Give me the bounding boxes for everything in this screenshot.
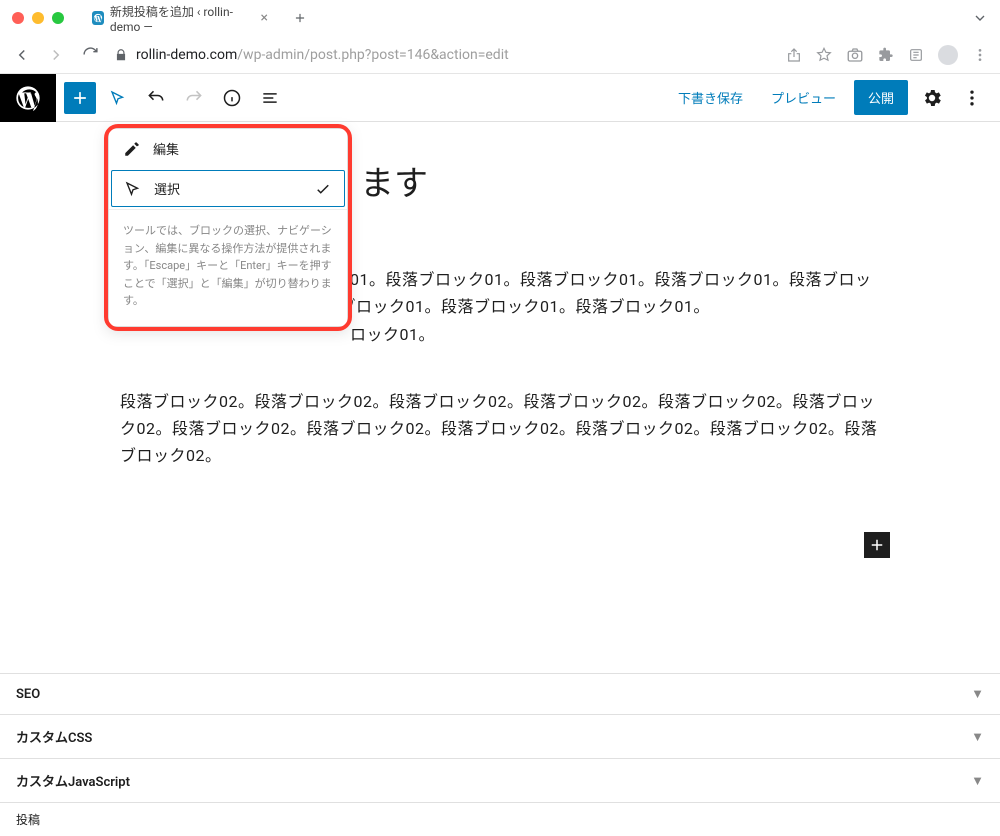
tab-title: 新規投稿を追加 ‹ rollin-demo — — [110, 3, 251, 34]
add-block-button[interactable] — [64, 82, 96, 114]
minimize-window-button[interactable] — [32, 12, 44, 24]
paragraph-block-2[interactable]: 段落ブロック02。段落ブロック02。段落ブロック02。段落ブロック02。段落ブロ… — [120, 388, 880, 470]
settings-button[interactable] — [916, 82, 948, 114]
meta-seo[interactable]: SEO ▼ — [0, 673, 1000, 714]
extensions-icon[interactable] — [878, 47, 894, 63]
url-field[interactable]: rollin-demo.com/wp-admin/post.php?post=1… — [114, 47, 772, 63]
menu-icon[interactable] — [972, 47, 988, 63]
preview-button[interactable]: プレビュー — [761, 82, 846, 113]
maximize-window-button[interactable] — [52, 12, 64, 24]
publish-button[interactable]: 公開 — [854, 80, 908, 115]
pencil-icon — [123, 140, 141, 158]
undo-button[interactable] — [140, 82, 172, 114]
url-text: rollin-demo.com/wp-admin/post.php?post=1… — [136, 47, 509, 63]
browser-tab[interactable]: 新規投稿を追加 ‹ rollin-demo — × — [80, 4, 280, 32]
cursor-icon — [124, 180, 142, 198]
share-icon[interactable] — [786, 47, 802, 63]
editor-toolbar: 下書き保存 プレビュー 公開 — [0, 74, 1000, 122]
meta-post[interactable]: 投稿 — [0, 802, 1000, 836]
reading-list-icon[interactable] — [908, 47, 924, 63]
address-bar: rollin-demo.com/wp-admin/post.php?post=1… — [0, 36, 1000, 74]
chevron-down-icon: ▼ — [971, 773, 984, 789]
forward-button[interactable] — [46, 45, 66, 65]
tools-button[interactable] — [102, 82, 134, 114]
meta-post-label: 投稿 — [16, 811, 40, 828]
list-view-button[interactable] — [254, 82, 286, 114]
close-tab-icon[interactable]: × — [261, 10, 268, 26]
camera-icon[interactable] — [846, 46, 864, 64]
options-button[interactable] — [956, 82, 988, 114]
reload-button[interactable] — [80, 45, 100, 65]
meta-custom-css[interactable]: カスタムCSS ▼ — [0, 714, 1000, 758]
meta-css-label: カスタムCSS — [16, 727, 92, 746]
star-icon[interactable] — [816, 47, 832, 63]
edit-mode-label: 編集 — [153, 139, 179, 158]
tools-dropdown: 編集 選択 ツールでは、ブロックの選択、ナビゲーション、編集に異なる操作方法が提… — [108, 128, 348, 327]
meta-seo-label: SEO — [16, 687, 40, 702]
meta-custom-js[interactable]: カスタムJavaScript ▼ — [0, 758, 1000, 802]
redo-button[interactable] — [178, 82, 210, 114]
edit-mode-option[interactable]: 編集 — [109, 129, 347, 168]
window-titlebar: 新規投稿を追加 ‹ rollin-demo — × — [0, 0, 1000, 36]
meta-js-label: カスタムJavaScript — [16, 771, 130, 790]
chevron-down-icon: ▼ — [971, 729, 984, 745]
chevron-down-icon: ▼ — [971, 686, 984, 702]
details-button[interactable] — [216, 82, 248, 114]
profile-avatar[interactable] — [938, 45, 958, 65]
wordpress-logo[interactable] — [0, 74, 56, 122]
chevron-down-icon[interactable] — [972, 10, 988, 26]
meta-boxes: SEO ▼ カスタムCSS ▼ カスタムJavaScript ▼ 投稿 — [0, 673, 1000, 836]
select-mode-option[interactable]: 選択 — [111, 170, 345, 207]
close-window-button[interactable] — [12, 12, 24, 24]
window-controls — [12, 12, 64, 24]
tools-description: ツールでは、ブロックの選択、ナビゲーション、編集に異なる操作方法が提供されます。… — [109, 210, 347, 326]
save-draft-button[interactable]: 下書き保存 — [668, 82, 753, 113]
check-icon — [314, 180, 332, 198]
select-mode-label: 選択 — [154, 179, 180, 198]
new-tab-button[interactable] — [286, 4, 314, 32]
block-inserter-button[interactable] — [864, 532, 890, 558]
lock-icon — [114, 48, 128, 62]
wordpress-favicon-icon — [92, 11, 104, 25]
back-button[interactable] — [12, 45, 32, 65]
